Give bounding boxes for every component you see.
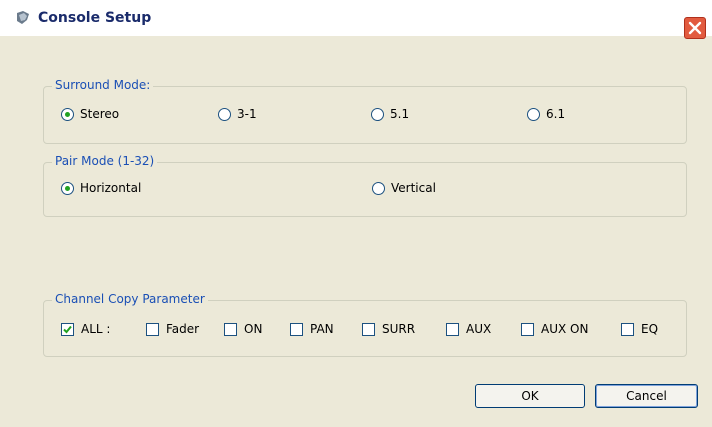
radio-stereo[interactable]: Stereo [61,107,119,121]
console-setup-dialog: Console Setup Surround Mode: Stereo 3-1 … [0,0,712,427]
checkbox-aux[interactable]: AUX [446,322,491,336]
checkbox[interactable] [224,322,237,336]
radio-3-1[interactable]: 3-1 [218,107,257,121]
radio-label: Vertical [391,181,436,195]
radio-6-1[interactable]: 6.1 [527,107,565,121]
radio-5-1[interactable]: 5.1 [371,107,409,121]
radio-vertical[interactable]: Vertical [372,181,436,195]
radio-label: 6.1 [546,107,566,121]
surround-mode-legend: Surround Mode: [52,78,154,92]
checkbox[interactable] [61,322,74,336]
radio-horizontal[interactable]: Horizontal [61,181,141,195]
checkbox-label: Fader [166,322,200,336]
radio-button[interactable] [218,107,231,121]
checkbox-label: AUX ON [541,322,589,336]
checkbox-on[interactable]: ON [224,322,262,336]
checkbox-label: ON [244,322,263,336]
cancel-button[interactable]: Cancel [595,384,698,408]
checkbox[interactable] [521,322,534,336]
checkbox[interactable] [290,322,303,336]
checkbox-eq[interactable]: EQ [621,322,658,336]
channel-copy-legend: Channel Copy Parameter [52,292,208,306]
title-bar: Console Setup [0,0,712,39]
checkbox-label: ALL : [81,322,111,336]
checkbox-fader[interactable]: Fader [146,322,199,336]
radio-button[interactable] [61,181,74,195]
close-icon [688,21,702,35]
checkbox-aux-on[interactable]: AUX ON [521,322,588,336]
checkbox[interactable] [446,322,459,336]
checkbox-label: AUX [466,322,492,336]
radio-label: Horizontal [80,181,142,195]
radio-label: Stereo [80,107,120,121]
radio-label: 3-1 [237,107,257,121]
checkbox[interactable] [621,322,634,336]
close-button[interactable] [684,17,706,39]
radio-label: 5.1 [390,107,410,121]
checkbox-pan[interactable]: PAN [290,322,334,336]
pair-mode-legend: Pair Mode (1-32) [52,154,158,168]
checkbox[interactable] [146,322,159,336]
window-title: Console Setup [38,10,152,26]
checkbox-label: EQ [641,322,659,336]
radio-button[interactable] [372,181,385,195]
surround-mode-group: Surround Mode: [43,78,687,144]
checkbox-label: PAN [310,322,334,336]
checkbox-label: SURR [382,322,416,336]
app-icon [14,10,32,26]
checkbox-surr[interactable]: SURR [362,322,415,336]
radio-button[interactable] [527,107,540,121]
radio-button[interactable] [371,107,384,121]
checkbox[interactable] [362,322,375,336]
checkmark-icon [63,325,72,333]
radio-button[interactable] [61,107,74,121]
ok-button[interactable]: OK [475,384,585,408]
checkbox-all[interactable]: ALL : [61,322,110,336]
